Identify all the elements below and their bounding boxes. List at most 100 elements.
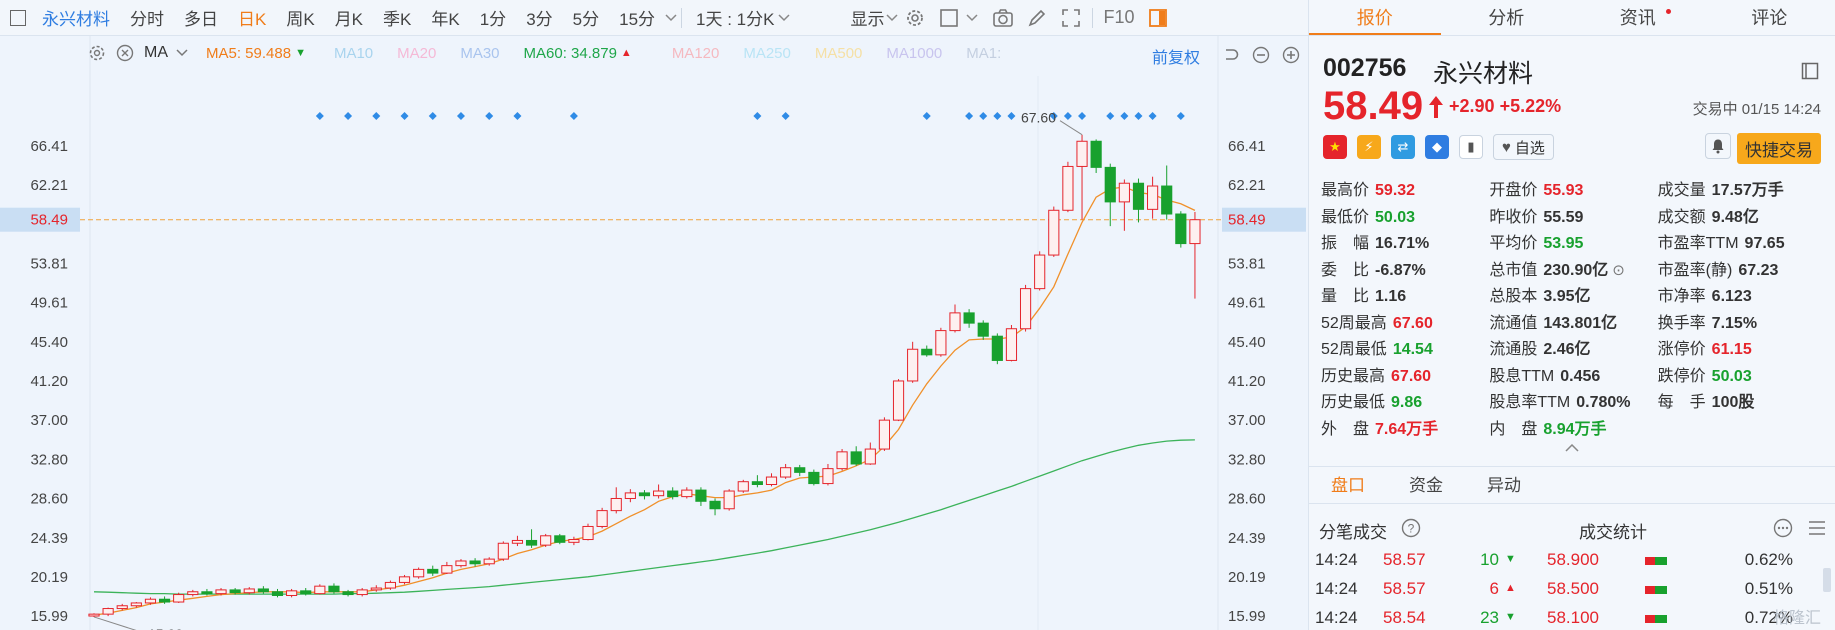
candle-up[interactable] xyxy=(130,602,142,607)
event-marker-icon[interactable] xyxy=(979,112,988,120)
candle-down[interactable] xyxy=(328,585,340,593)
display-menu[interactable]: 显示 xyxy=(840,5,886,30)
event-marker-icon[interactable] xyxy=(781,112,790,120)
candle-up[interactable] xyxy=(653,490,665,497)
display-chevron-down-icon[interactable] xyxy=(886,13,898,22)
candle-down[interactable] xyxy=(991,335,1003,361)
period-tab-monthly[interactable]: 月K xyxy=(325,5,373,30)
event-marker-icon[interactable] xyxy=(922,112,931,120)
ma-close-icon[interactable] xyxy=(116,44,134,62)
event-marker-icon[interactable] xyxy=(1148,112,1157,120)
alert-bell-icon[interactable] xyxy=(1705,133,1731,159)
event-marker-icon[interactable] xyxy=(428,112,437,120)
camera-icon[interactable] xyxy=(992,7,1014,29)
layout-square-icon[interactable] xyxy=(938,7,960,29)
candle-up[interactable] xyxy=(384,581,396,589)
period-tab-daily[interactable]: 日K xyxy=(228,5,276,30)
candle-up[interactable] xyxy=(1005,328,1018,361)
panel-layout-icon[interactable] xyxy=(1801,62,1819,80)
china-flag-icon[interactable]: ★ xyxy=(1323,135,1347,159)
event-marker-icon[interactable] xyxy=(1078,112,1087,120)
candle-up[interactable] xyxy=(723,490,735,510)
candle-down[interactable] xyxy=(963,312,975,324)
event-marker-icon[interactable] xyxy=(1063,112,1072,120)
candle-up[interactable] xyxy=(1019,288,1032,330)
candle-up[interactable] xyxy=(1034,254,1046,290)
subtab-orderbook[interactable]: 盘口 xyxy=(1309,467,1387,503)
event-marker-icon[interactable] xyxy=(993,112,1002,120)
candle-up[interactable] xyxy=(88,613,100,617)
panel-toggle-icon[interactable] xyxy=(1147,7,1169,29)
candle-down[interactable] xyxy=(1132,182,1145,210)
settings-gear-icon[interactable] xyxy=(904,7,926,29)
candle-up[interactable] xyxy=(102,608,114,615)
candle-up[interactable] xyxy=(511,539,524,544)
candle-down[interactable] xyxy=(921,348,933,356)
candle-up[interactable] xyxy=(1147,185,1159,210)
candle-up[interactable] xyxy=(286,590,298,596)
candle-down[interactable] xyxy=(300,590,312,595)
candle-down[interactable] xyxy=(850,451,862,465)
candle-up[interactable] xyxy=(413,568,425,578)
kline-chart[interactable]: 66.41 66.41 62.21 62.21 58.49 58.49 53.81 53.81… xyxy=(0,36,1308,630)
tab-quote[interactable]: 报价 xyxy=(1309,0,1441,35)
kline-svg[interactable]: 66.41 66.41 62.21 62.21 58.49 58.49 53.81 53.81… xyxy=(0,36,1308,630)
candle-up[interactable] xyxy=(836,451,848,470)
ma-type-select[interactable]: MA xyxy=(144,44,168,62)
period-tab-15min[interactable]: 15分 xyxy=(609,5,665,30)
period-tab-yearly[interactable]: 年K xyxy=(421,5,469,30)
sidebar-toggle-icon[interactable] xyxy=(10,9,26,26)
candle-down[interactable] xyxy=(342,591,354,596)
collapse-chevron-up-icon[interactable] xyxy=(1565,444,1579,452)
candle-down[interactable] xyxy=(158,598,171,603)
candle-down[interactable] xyxy=(201,591,213,595)
candle-up[interactable] xyxy=(483,558,495,565)
list-menu-icon[interactable] xyxy=(1807,518,1827,538)
stock-name-title[interactable]: 永兴材料 xyxy=(32,5,120,30)
event-marker-icon[interactable] xyxy=(1176,112,1185,120)
candle-down[interactable] xyxy=(1175,213,1187,245)
event-marker-icon[interactable] xyxy=(513,112,522,120)
event-marker-icon[interactable] xyxy=(1106,112,1115,120)
candle-up[interactable] xyxy=(610,497,622,512)
event-marker-icon[interactable] xyxy=(372,112,381,120)
candle-up[interactable] xyxy=(765,476,778,485)
candle-up[interactable] xyxy=(455,560,467,567)
undo-icon[interactable] xyxy=(1222,46,1240,64)
candle-up[interactable] xyxy=(878,419,891,450)
candle-up[interactable] xyxy=(116,605,128,610)
tab-news[interactable]: 资讯 xyxy=(1572,0,1704,35)
candle-down[interactable] xyxy=(709,500,721,510)
help-icon[interactable]: ? xyxy=(1401,518,1421,538)
candle-down[interactable] xyxy=(554,535,566,543)
market-cap-more-icon[interactable]: ⊙ xyxy=(1612,262,1625,279)
range-select[interactable]: 1天 : 1分K xyxy=(686,5,778,30)
candle-up[interactable] xyxy=(1048,209,1060,256)
candle-down[interactable] xyxy=(808,471,820,485)
add-watchlist-button[interactable]: ♥ 自选 xyxy=(1493,134,1554,160)
candle-up[interactable] xyxy=(582,525,594,541)
candle-down[interactable] xyxy=(1090,140,1102,168)
candle-up[interactable] xyxy=(1189,219,1201,245)
zoom-in-icon[interactable] xyxy=(1282,46,1300,64)
event-marker-icon[interactable] xyxy=(1120,112,1129,120)
scroll-handle[interactable] xyxy=(1823,568,1831,592)
layout-chevron-down-icon[interactable] xyxy=(966,13,978,22)
ma-chevron-down-icon[interactable] xyxy=(176,49,188,57)
event-marker-icon[interactable] xyxy=(1134,112,1143,120)
candle-down[interactable] xyxy=(1161,185,1173,215)
candle-up[interactable] xyxy=(949,312,961,332)
period-tab-intraday[interactable]: 分时 xyxy=(120,5,174,30)
event-marker-icon[interactable] xyxy=(456,112,465,120)
candle-up[interactable] xyxy=(624,492,636,499)
ma-settings-gear-icon[interactable] xyxy=(88,44,106,62)
candle-up[interactable] xyxy=(568,539,580,543)
candle-down[interactable] xyxy=(525,539,538,546)
candle-up[interactable] xyxy=(864,448,876,465)
event-marker-icon[interactable] xyxy=(569,112,578,120)
candle-up[interactable] xyxy=(737,481,749,492)
period-more-chevron-icon[interactable] xyxy=(665,13,677,22)
candle-up[interactable] xyxy=(1062,165,1074,211)
period-tab-3min[interactable]: 3分 xyxy=(516,5,562,30)
zoom-out-icon[interactable] xyxy=(1252,46,1270,64)
